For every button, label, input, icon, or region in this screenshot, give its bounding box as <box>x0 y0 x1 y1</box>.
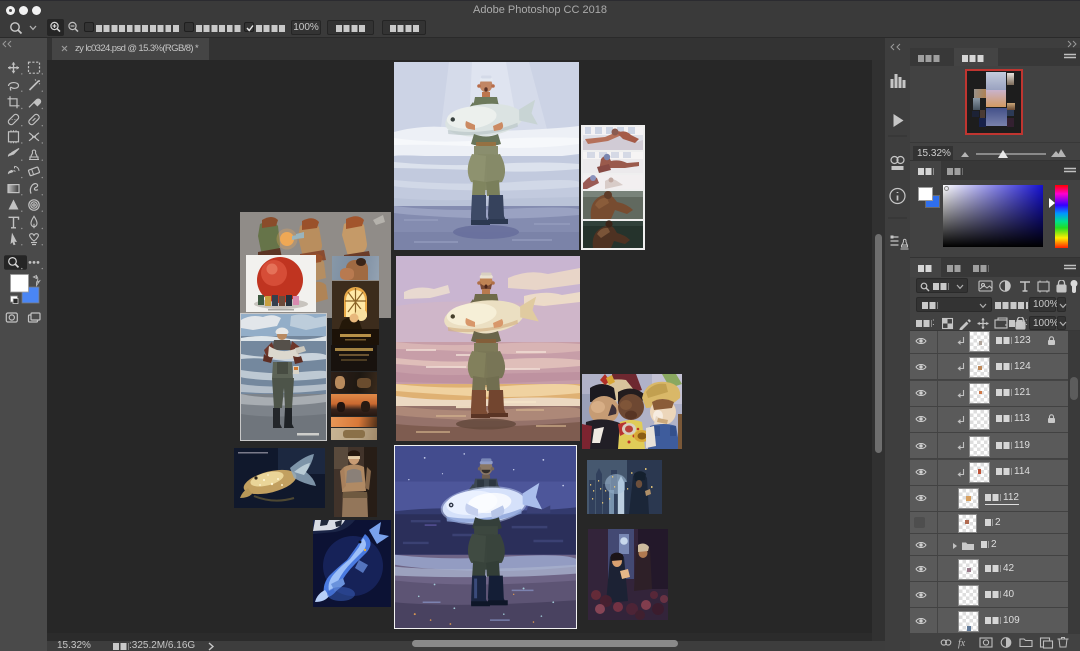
svg-text:fx: fx <box>958 638 966 649</box>
